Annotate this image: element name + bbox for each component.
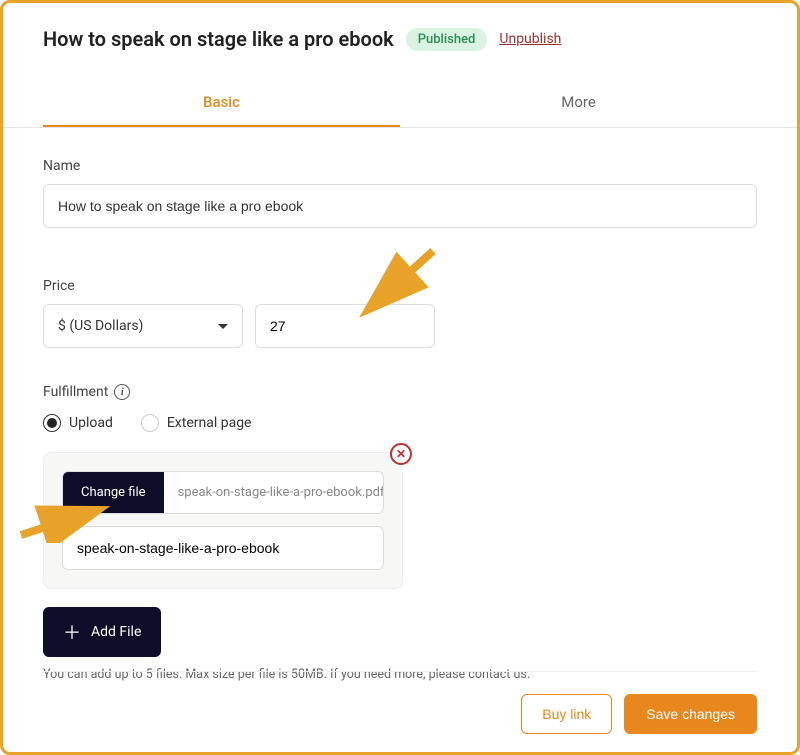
- fulfillment-label: Fulfillment i: [43, 384, 757, 400]
- tab-more[interactable]: More: [400, 79, 757, 127]
- close-icon: ✕: [396, 447, 406, 461]
- remove-file-button[interactable]: ✕: [390, 443, 412, 465]
- filename-display: speak-on-stage-like-a-pro-ebook.pdf: [164, 472, 383, 513]
- name-input[interactable]: [43, 184, 757, 228]
- buy-link-button[interactable]: Buy link: [521, 694, 612, 734]
- add-file-button[interactable]: ＋ Add File: [43, 607, 161, 657]
- name-label: Name: [43, 158, 757, 174]
- tab-basic[interactable]: Basic: [43, 79, 400, 127]
- save-button[interactable]: Save changes: [624, 694, 757, 734]
- chevron-down-icon: [218, 324, 228, 329]
- radio-external[interactable]: External page: [141, 414, 252, 432]
- tabs: Basic More: [3, 79, 797, 128]
- status-badge: Published: [406, 28, 488, 51]
- price-input[interactable]: [255, 304, 435, 348]
- page-title: How to speak on stage like a pro ebook: [43, 27, 394, 51]
- info-icon[interactable]: i: [114, 384, 130, 400]
- currency-value: $ (US Dollars): [58, 318, 143, 334]
- change-file-button[interactable]: Change file: [63, 472, 164, 513]
- price-label: Price: [43, 278, 757, 294]
- plus-icon: ＋: [63, 619, 81, 645]
- file-label-input[interactable]: [62, 526, 384, 570]
- file-card: ✕ Change file speak-on-stage-like-a-pro-…: [43, 452, 403, 589]
- unpublish-link[interactable]: Unpublish: [499, 31, 561, 47]
- radio-upload[interactable]: Upload: [43, 414, 113, 432]
- currency-select[interactable]: $ (US Dollars): [43, 304, 243, 348]
